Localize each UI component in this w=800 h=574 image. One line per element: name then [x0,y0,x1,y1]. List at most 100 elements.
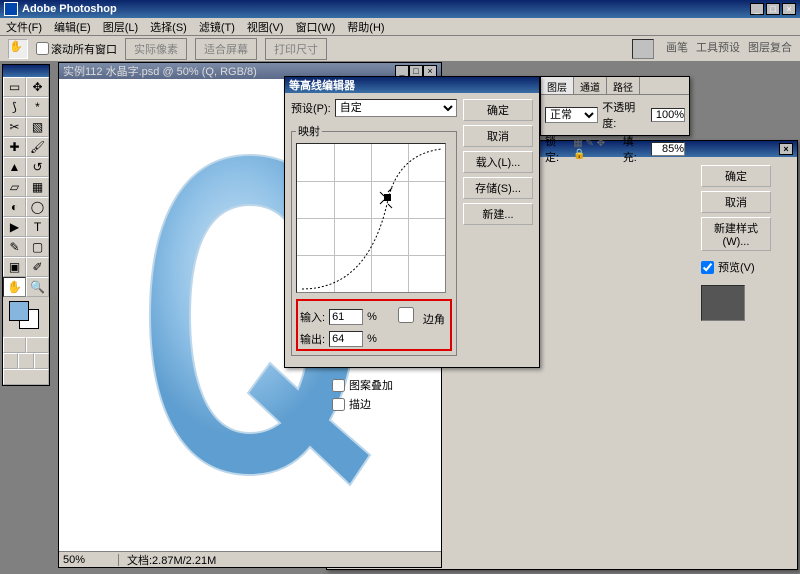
document-memory: 文档:2.87M/2.21M [119,552,216,568]
app-titlebar: Adobe Photoshop _ □ × [0,0,800,18]
shape-tool[interactable]: ▢ [26,237,49,257]
history-brush-tool[interactable]: ↺ [26,157,49,177]
toolbox-titlebar[interactable] [3,65,49,77]
preset-select[interactable]: 自定 [335,99,457,117]
path-tool[interactable]: ▶ [3,217,26,237]
style-cancel-button[interactable]: 取消 [701,191,771,213]
opacity-label: 不透明度: [602,99,647,131]
tab-channels[interactable]: 通道 [574,77,607,94]
screenmode-2[interactable] [18,353,33,369]
eyedropper-tool[interactable]: ✐ [26,257,49,277]
tab-layers[interactable]: 图层 [541,77,574,94]
toolbox: ▭ ✥ ⟆ * ✂ ▧ ✚ 🖌 ▲ ↺ ▱ ▦ ◐ ◯ ▶ T ✎ ▢ ▣ ✐ … [2,64,50,386]
actual-pixels-button[interactable]: 实际像素 [125,38,187,60]
preview-checkbox[interactable]: 预览(V) [701,259,789,275]
menu-window[interactable]: 窗口(W) [296,19,336,35]
color-swatches[interactable] [7,301,45,333]
print-size-button[interactable]: 打印尺寸 [265,38,327,60]
foreground-color[interactable] [9,301,29,321]
menu-select[interactable]: 选择(S) [150,19,187,35]
contour-save-button[interactable]: 存储(S)... [463,177,533,199]
contour-titlebar[interactable]: 等高线编辑器 [285,77,539,93]
screenmode-1[interactable] [3,353,18,369]
contour-editor-dialog: 等高线编辑器 预设(P): 自定 映射 [284,76,540,368]
options-bar: ✋ 滚动所有窗口 实际像素 适合屏幕 打印尺寸 画笔 工具预设 图层复合 [0,36,800,62]
menu-filter[interactable]: 滤镜(T) [199,19,235,35]
input-value[interactable] [329,309,363,325]
wand-tool[interactable]: * [26,97,49,117]
pattern-overlay-checkbox[interactable]: 图案叠加 [332,377,393,393]
contour-new-button[interactable]: 新建... [463,203,533,225]
minimize-button[interactable]: _ [750,3,764,15]
fill-label: 填充: [623,133,647,165]
style-close-button[interactable]: × [779,143,793,155]
menu-help[interactable]: 帮助(H) [347,19,384,35]
document-statusbar: 50% 文档:2.87M/2.21M [59,551,441,567]
quickmask-on[interactable] [26,337,49,353]
input-label: 输入: [300,309,325,325]
marquee-tool[interactable]: ▭ [3,77,26,97]
preview-swatch [701,285,745,321]
hand-tool[interactable]: ✋ [3,277,26,297]
tab-paths[interactable]: 路径 [607,77,640,94]
opt-tool-presets[interactable]: 工具预设 [696,39,740,59]
zoom-tool[interactable]: 🔍 [26,277,49,297]
opacity-input[interactable] [651,108,685,122]
gradient-tool[interactable]: ▦ [26,177,49,197]
stroke-label: 描边 [349,396,371,412]
output-value[interactable] [329,331,363,347]
contour-title: 等高线编辑器 [289,77,535,93]
scroll-all-checkbox[interactable]: 滚动所有窗口 [36,41,117,57]
zoom-level[interactable]: 50% [59,554,119,566]
layers-panel: 图层 通道 路径 正常 不透明度: 锁定: ▦ ✎ ✥ 🔒 填充: [540,76,690,136]
app-icon [4,2,18,16]
menu-edit[interactable]: 编辑(E) [54,19,91,35]
contour-cancel-button[interactable]: 取消 [463,125,533,147]
curve-editor[interactable] [296,143,446,293]
opt-layer-comps[interactable]: 图层复合 [748,39,792,59]
blend-mode-select[interactable]: 正常 [545,107,598,123]
stamp-tool[interactable]: ▲ [3,157,26,177]
palette-well-button[interactable] [632,39,654,59]
output-label: 输出: [300,331,325,347]
lasso-tool[interactable]: ⟆ [3,97,26,117]
contour-ok-button[interactable]: 确定 [463,99,533,121]
screenmode-3[interactable] [34,353,49,369]
close-button[interactable]: × [782,3,796,15]
opt-brushes[interactable]: 画笔 [666,39,688,59]
type-tool[interactable]: T [26,217,49,237]
io-highlight-box: 输入: % 边角 输出: % [296,299,452,351]
main-menubar: 文件(F) 编辑(E) 图层(L) 选择(S) 滤镜(T) 视图(V) 窗口(W… [0,18,800,36]
blur-tool[interactable]: ◐ [3,197,26,217]
scroll-all-label: 滚动所有窗口 [51,41,117,57]
corner-checkbox[interactable]: 边角 [389,307,445,327]
brush-tool[interactable]: 🖌 [26,137,49,157]
jump-to-imageready[interactable] [3,369,49,385]
menu-file[interactable]: 文件(F) [6,19,42,35]
maximize-button[interactable]: □ [766,3,780,15]
style-new-button[interactable]: 新建样式(W)... [701,217,771,251]
mapping-group: 映射 输入: [291,123,457,356]
pen-tool[interactable]: ✎ [3,237,26,257]
hand-tool-icon[interactable]: ✋ [8,39,28,59]
style-effect-list: 图案叠加 描边 [332,374,393,415]
fill-input[interactable] [651,142,685,156]
style-ok-button[interactable]: 确定 [701,165,771,187]
quickmask-off[interactable] [3,337,26,353]
heal-tool[interactable]: ✚ [3,137,26,157]
slice-tool[interactable]: ▧ [26,117,49,137]
fit-screen-button[interactable]: 适合屏幕 [195,38,257,60]
menu-layer[interactable]: 图层(L) [103,19,138,35]
stroke-checkbox[interactable]: 描边 [332,396,393,412]
dodge-tool[interactable]: ◯ [26,197,49,217]
lock-label: 锁定: [545,133,569,165]
lock-icons[interactable]: ▦ ✎ ✥ 🔒 [573,138,618,160]
menu-view[interactable]: 视图(V) [247,19,284,35]
crop-tool[interactable]: ✂ [3,117,26,137]
input-percent: % [367,311,377,323]
move-tool[interactable]: ✥ [26,77,49,97]
eraser-tool[interactable]: ▱ [3,177,26,197]
preview-label: 预览(V) [718,259,755,275]
contour-load-button[interactable]: 载入(L)... [463,151,533,173]
notes-tool[interactable]: ▣ [3,257,26,277]
